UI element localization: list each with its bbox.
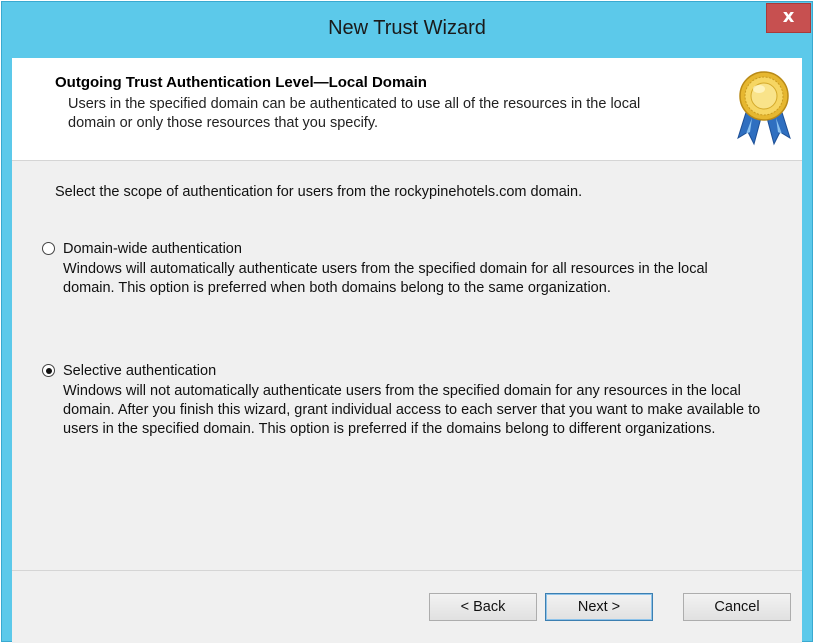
title-bar[interactable]: New Trust Wizard x [2,2,812,57]
selective-radio[interactable] [42,364,55,377]
next-button[interactable]: Next > [545,593,653,621]
radio-selected-dot [45,367,52,374]
selective-label[interactable]: Selective authentication [63,363,216,379]
wizard-client-area: Outgoing Trust Authentication Level—Loca… [12,58,802,643]
footer-divider [12,570,802,571]
wizard-window: New Trust Wizard x Outgoing Trust Authen… [1,1,813,643]
option-domain-wide[interactable]: Domain-wide authentication Windows will … [42,241,762,321]
window-title: New Trust Wizard [328,17,486,39]
wizard-header: Outgoing Trust Authentication Level—Loca… [12,58,802,161]
award-ribbon-icon [737,71,791,146]
back-button[interactable]: < Back [429,593,537,621]
cancel-button[interactable]: Cancel [683,593,791,621]
selective-description: Windows will not automatically authentic… [63,383,761,437]
page-subtitle: Users in the specified domain can be aut… [68,96,641,131]
scope-prompt: Select the scope of authentication for u… [55,184,583,200]
close-button[interactable]: x [766,3,811,33]
option-selective[interactable]: Selective authentication Windows will no… [42,363,762,463]
domain-wide-description: Windows will automatically authenticate … [63,261,708,296]
domain-wide-radio[interactable] [42,242,55,255]
page-title: Outgoing Trust Authentication Level—Loca… [55,74,427,91]
domain-wide-label[interactable]: Domain-wide authentication [63,241,242,257]
